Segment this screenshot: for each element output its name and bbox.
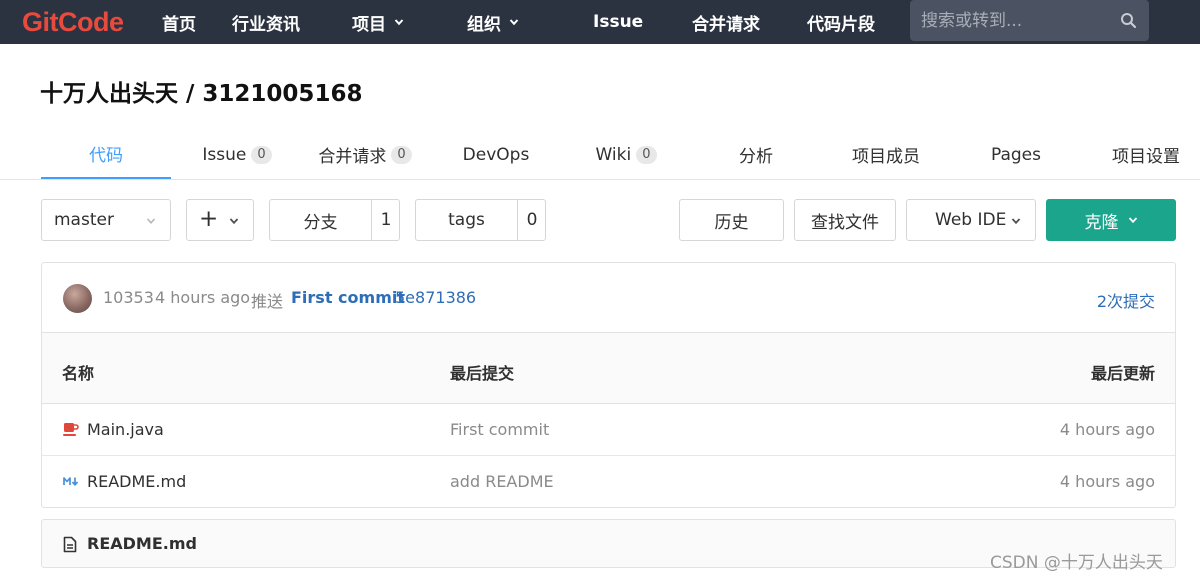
commit-author[interactable]: 10353: [103, 288, 154, 307]
branch-select[interactable]: master: [41, 199, 171, 241]
tab-wiki-label: Wiki: [595, 144, 632, 165]
column-header-name: 名称: [62, 364, 95, 383]
chevron-down-icon: [394, 19, 404, 26]
commit-count-link[interactable]: 2次提交: [1097, 288, 1155, 312]
tab-devops[interactable]: DevOps: [431, 130, 561, 179]
last-commit-bar: 10353 4 hours ago 推送 First commit 5e8713…: [42, 263, 1175, 333]
branches-button[interactable]: 分支 1: [269, 199, 400, 241]
nav-snippets[interactable]: 代码片段: [807, 0, 875, 44]
branch-select-value: master: [54, 210, 114, 230]
project-tabs: 代码 Issue 0 合并请求 0 DevOps Wiki 0 分析 项目成员 …: [0, 130, 1200, 180]
file-name-link[interactable]: README.md: [87, 472, 186, 491]
file-updated-time: 4 hours ago: [1059, 472, 1155, 491]
nav-groups-label: 组织: [467, 14, 501, 35]
tab-pages[interactable]: Pages: [951, 130, 1081, 179]
chevron-down-icon: [229, 218, 239, 225]
table-row[interactable]: README.md add README 4 hours ago: [42, 456, 1175, 507]
avatar[interactable]: [63, 284, 92, 313]
tab-devops-label: DevOps: [462, 144, 530, 165]
readme-title: README.md: [87, 534, 197, 553]
clone-button[interactable]: 克隆: [1046, 199, 1176, 241]
chevron-down-icon: [1011, 218, 1021, 225]
file-last-commit-link[interactable]: First commit: [450, 420, 549, 439]
web-ide-button-label: Web IDE: [935, 210, 1007, 230]
tab-merge-requests-count: 0: [391, 145, 412, 164]
tab-analytics-label: 分析: [739, 147, 773, 167]
nav-home-label: 首页: [162, 14, 196, 35]
file-name-link[interactable]: Main.java: [87, 420, 164, 439]
tags-count: 0: [526, 210, 538, 230]
column-header-last-update: 最后更新: [1090, 364, 1155, 383]
clone-button-label: 克隆: [1084, 212, 1119, 233]
tab-settings[interactable]: 项目设置: [1081, 130, 1200, 179]
nav-projects[interactable]: 项目: [352, 0, 404, 44]
tags-button[interactable]: tags 0: [415, 199, 546, 241]
nav-issue-label: Issue: [593, 12, 644, 32]
branches-label: 分支: [303, 212, 338, 233]
branches-label-box: 分支: [270, 200, 371, 240]
tab-issue[interactable]: Issue 0: [172, 130, 302, 179]
tab-wiki-count: 0: [636, 145, 657, 164]
commit-message-link[interactable]: First commit: [291, 288, 405, 307]
tab-pages-label: Pages: [990, 144, 1041, 165]
tags-label: tags: [448, 210, 485, 230]
add-menu-button[interactable]: +: [186, 199, 254, 241]
java-icon: [63, 423, 79, 436]
plus-icon: +: [199, 206, 219, 232]
nav-issue[interactable]: Issue: [593, 0, 643, 44]
find-file-button-label: 查找文件: [811, 212, 879, 233]
table-row[interactable]: Main.java First commit 4 hours ago: [42, 404, 1175, 456]
web-ide-button[interactable]: Web IDE: [906, 199, 1036, 241]
file-tree-panel: 10353 4 hours ago 推送 First commit 5e8713…: [41, 262, 1176, 508]
nav-industry-news-label: 行业资讯: [232, 14, 300, 35]
chevron-down-icon: [1128, 217, 1137, 224]
watermark: CSDN @十万人出头天: [990, 553, 1163, 573]
tags-label-box: tags: [416, 200, 517, 240]
branches-count-box: 1: [371, 200, 400, 240]
file-text-icon: [63, 536, 77, 553]
table-header: 名称 最后提交 最后更新: [42, 333, 1175, 404]
column-header-last-commit: 最后提交: [450, 364, 515, 383]
branches-count: 1: [380, 210, 392, 230]
tab-merge-requests[interactable]: 合并请求 0: [300, 130, 430, 179]
search-input[interactable]: [910, 0, 1110, 41]
tab-wiki[interactable]: Wiki 0: [561, 130, 691, 179]
logo-text[interactable]: GitCode: [22, 7, 124, 38]
nav-groups[interactable]: 组织: [467, 0, 519, 44]
nav-industry-news[interactable]: 行业资讯: [232, 0, 300, 44]
markdown-icon: [63, 477, 79, 486]
tab-members[interactable]: 项目成员: [821, 130, 951, 179]
gitcode-logo[interactable]: GitCode: [22, 4, 124, 40]
commit-time: 4 hours ago: [155, 288, 251, 307]
file-updated-time: 4 hours ago: [1059, 420, 1155, 439]
chevron-down-icon: [509, 19, 519, 26]
tab-settings-label: 项目设置: [1112, 147, 1180, 167]
tab-issue-count: 0: [251, 145, 272, 164]
commit-action: 推送: [251, 292, 284, 311]
tab-code[interactable]: 代码: [41, 130, 171, 179]
tags-count-box: 0: [517, 200, 546, 240]
tab-analytics[interactable]: 分析: [691, 130, 821, 179]
search-icon[interactable]: [1120, 12, 1137, 29]
history-button-label: 历史: [714, 212, 749, 233]
chevron-down-icon: [146, 218, 156, 224]
nav-projects-label: 项目: [352, 14, 386, 35]
page-title: 十万人出头天 / 3121005168: [40, 81, 363, 107]
file-last-commit-link[interactable]: add README: [450, 472, 554, 491]
commit-sha-link[interactable]: 5e871386: [395, 288, 476, 307]
search-box: [910, 0, 1149, 41]
nav-merge-requests[interactable]: 合并请求: [692, 0, 760, 44]
nav-merge-requests-label: 合并请求: [692, 14, 760, 35]
tab-merge-requests-label: 合并请求: [318, 147, 387, 167]
nav-home[interactable]: 首页: [162, 0, 196, 44]
find-file-button[interactable]: 查找文件: [794, 199, 896, 241]
tab-members-label: 项目成员: [852, 147, 920, 167]
top-navbar: GitCode 首页 行业资讯 项目 组织 Issue 合并请求 代码片段: [0, 0, 1200, 44]
history-button[interactable]: 历史: [679, 199, 784, 241]
tab-code-label: 代码: [89, 146, 123, 166]
tab-issue-label: Issue: [202, 144, 247, 165]
nav-snippets-label: 代码片段: [807, 14, 875, 35]
